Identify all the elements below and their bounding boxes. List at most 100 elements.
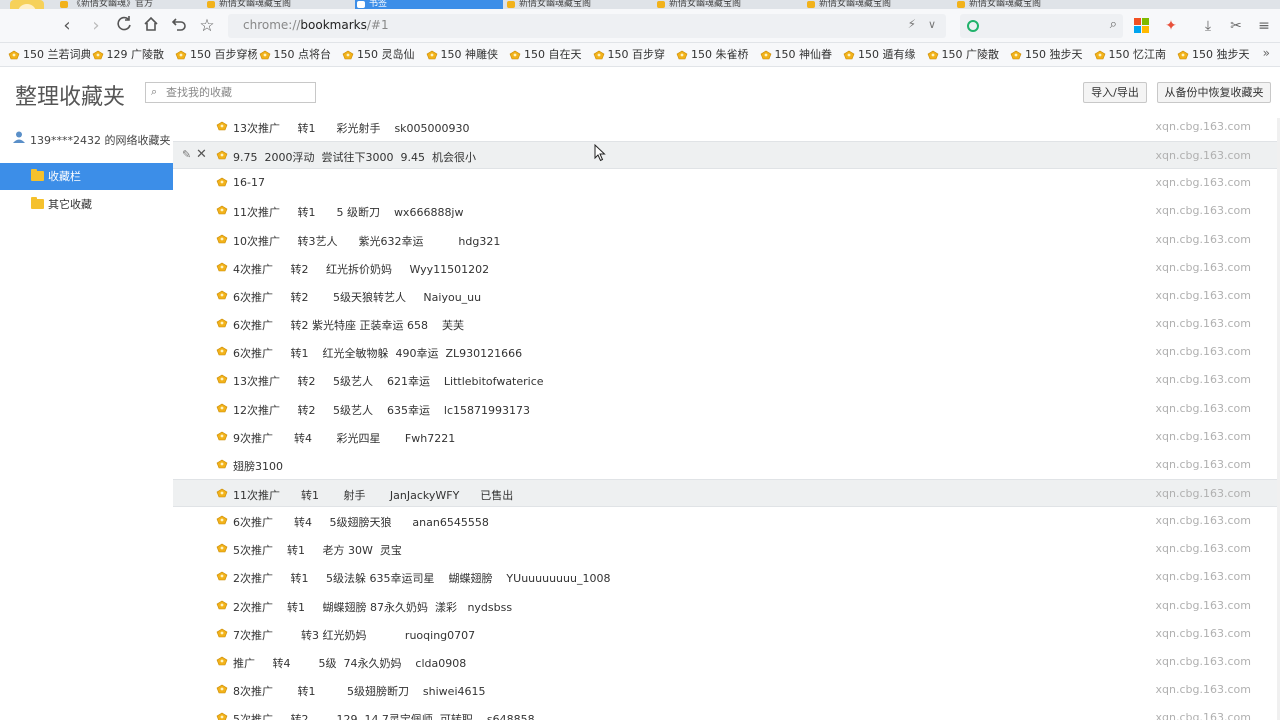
browser-tab[interactable]: 新倩女幽魂藏宝阁	[655, 0, 803, 9]
tab-favicon-icon	[357, 1, 365, 8]
bookmark-favicon-icon	[1177, 50, 1189, 60]
bookmark-domain: xqn.cbg.163.com	[1155, 373, 1251, 387]
bookmark-bar-item[interactable]: 150 独步天	[1177, 47, 1259, 63]
bookmark-bar-item[interactable]: 150 百步穿	[593, 47, 675, 63]
bookmark-favicon-icon	[1094, 50, 1105, 60]
bookmark-favicon-icon	[216, 684, 228, 694]
bookmark-bar-item[interactable]: 150 朱雀桥	[676, 47, 758, 63]
bookmark-domain: xqn.cbg.163.com	[1155, 288, 1251, 302]
bookmark-row[interactable]: 13次推广 转1 彩光射手 sk005000930 xqn.cbg.163.com	[173, 118, 1277, 141]
bookmark-row[interactable]: 11次推广 转1 5 级断刀 wx666888jw xqn.cbg.163.com	[173, 197, 1277, 225]
undo-icon[interactable]	[168, 15, 190, 37]
bookmark-favicon-icon	[216, 543, 228, 553]
folder-bookmarks-bar[interactable]: 收藏栏	[0, 163, 173, 190]
browser-tab[interactable]: 《新倩女幽魂》官方	[58, 0, 206, 9]
browser-tab[interactable]: 新倩女幽魂藏宝阁	[805, 0, 953, 9]
bookmark-bar-item[interactable]: 150 灵岛仙	[342, 47, 424, 63]
browser-tab[interactable]: 新倩女幽魂藏宝阁	[205, 0, 353, 9]
bookmark-bar-item[interactable]: 129 广陵散	[92, 47, 174, 63]
bookmark-row[interactable]: 5次推广 转2 129 14.7灵宝佩师 可转职 s648858 xqn.cbg.…	[173, 704, 1277, 720]
bookmark-row[interactable]: 13次推广 转2 5级艺人 621幸运 Littlebitofwaterice x…	[173, 366, 1277, 394]
forward-icon[interactable]: ›	[85, 15, 107, 37]
bookmark-domain: xqn.cbg.163.com	[1155, 711, 1251, 720]
lightning-icon[interactable]: ⚡︎	[908, 17, 916, 31]
tab-title: 新倩女幽魂藏宝阁	[819, 0, 892, 9]
game-icon[interactable]: ✦	[1163, 18, 1179, 34]
search-icon[interactable]: ⌕	[1110, 17, 1117, 32]
search-icon: ⌕	[151, 85, 158, 98]
bookmark-domain: xqn.cbg.163.com	[1155, 232, 1251, 246]
bookmark-row[interactable]: 翅膀3100 xqn.cbg.163.com	[173, 451, 1277, 479]
bookmark-row[interactable]: 16-17 xqn.cbg.163.com	[173, 169, 1277, 197]
apps-grid-icon[interactable]	[1134, 18, 1150, 34]
bookmark-row[interactable]: ✎ ✕ 9.75 2000浮动 尝试往下3000 9.45 机会很小 xqn.cbg.…	[173, 141, 1277, 170]
bookmark-star-icon[interactable]: ☆	[196, 15, 218, 37]
chevron-down-icon[interactable]: ∨	[928, 18, 936, 31]
bookmark-row[interactable]: 6次推广 转2 5级天狼转艺人 Naiyou_uu xqn.cbg.163.com	[173, 282, 1277, 310]
back-icon[interactable]: ‹	[56, 15, 78, 37]
menu-icon[interactable]: ≡	[1256, 18, 1272, 34]
bookmark-list: 13次推广 转1 彩光射手 sk005000930 xqn.cbg.163.com…	[173, 118, 1280, 720]
bookmark-bar-item[interactable]: 150 自在天	[509, 47, 591, 63]
bookmark-bar-item[interactable]: 150 神仙眷	[760, 47, 842, 63]
home-icon[interactable]	[140, 15, 162, 37]
bookmark-row[interactable]: 6次推广 转4 5级翅膀天狼 anan6545558 xqn.cbg.163.co…	[173, 507, 1277, 535]
bookmark-favicon-icon	[216, 234, 228, 243]
bookmark-row[interactable]: 10次推广 转3艺人 紫光632幸运 hdg321 xqn.cbg.163.com	[173, 226, 1277, 254]
bookmark-bar-label: 150 广陵散	[941, 48, 1000, 61]
browser-tab[interactable]: 书签	[355, 0, 503, 9]
bookmark-row[interactable]: 4次推广 转2 红光拆价奶妈 Wyy11501202 xqn.cbg.163.co…	[173, 254, 1277, 282]
download-icon[interactable]: ⤓	[1200, 18, 1216, 34]
bookmark-title: 8次推广 转1 5级翅膀断刀 shiwei4615	[233, 685, 486, 698]
bookmark-row[interactable]: 8次推广 转1 5级翅膀断刀 shiwei4615 xqn.cbg.163.com	[173, 676, 1277, 704]
bookmark-row[interactable]: 7次推广 转3 红光奶妈 ruoqing0707 xqn.cbg.163.com	[173, 620, 1277, 648]
bookmark-row[interactable]: 2次推广 转1 5级法躲 635幸运司星 蝴蝶翅膀 YUuuuuuuuu_100…	[173, 563, 1277, 591]
bookmark-favicon-icon	[216, 712, 228, 720]
bookmark-row[interactable]: 12次推广 转2 5级艺人 635幸运 lc15871993173 xqn.cbg…	[173, 395, 1277, 423]
scissors-icon[interactable]: ✂	[1228, 18, 1244, 34]
bookmark-bar-item[interactable]: 150 广陵散	[927, 47, 1009, 63]
bookmark-bar-label: 150 百步穿	[607, 48, 666, 61]
bookmark-bar-item[interactable]: 150 兰若词典	[8, 47, 90, 63]
tab-favicon-icon	[957, 1, 965, 8]
bookmark-domain: xqn.cbg.163.com	[1155, 654, 1251, 668]
bookmark-row[interactable]: 9次推广 转4 彩光四星 Fwh7221 xqn.cbg.163.com	[173, 423, 1277, 451]
bookmark-bar-item[interactable]: 150 遁有缘	[843, 47, 925, 63]
bookmark-favicon-icon	[216, 572, 228, 581]
address-bar[interactable]: chrome://bookmarks/#1 ⚡︎ ∨	[228, 14, 946, 38]
edit-pencil-icon[interactable]: ✎	[182, 148, 191, 161]
import-export-button[interactable]: 导入/导出	[1083, 82, 1147, 103]
folder-other-bookmarks[interactable]: 其它收藏	[0, 191, 173, 218]
bookmark-row[interactable]: 推广 转4 5级 74永久奶妈 clda0908 xqn.cbg.163.com	[173, 648, 1277, 676]
bookmark-bar-item[interactable]: 150 忆江南	[1094, 47, 1176, 63]
bookmark-favicon-icon	[216, 374, 228, 384]
bookmark-bar-label: 150 兰若词典	[23, 48, 90, 61]
bookmark-bar-item[interactable]: 150 百步穿杨	[175, 47, 257, 63]
account-label[interactable]: 139****2432 的网络收藏夹	[12, 131, 171, 148]
more-bookmarks-icon[interactable]: »	[1263, 46, 1270, 60]
bookmark-search-box[interactable]: ⌕	[145, 82, 316, 103]
restore-backup-button[interactable]: 从备份中恢复收藏夹	[1157, 82, 1271, 103]
bookmark-row[interactable]: 6次推广 转2 紫光特座 正装幸运 658 芙芙 xqn.cbg.163.com	[173, 310, 1277, 338]
bookmark-title: 13次推广 转1 彩光射手 sk005000930	[233, 122, 470, 135]
bookmark-row[interactable]: 2次推广 转1 蝴蝶翅膀 87永久奶妈 漾彩 nydsbss xqn.cbg.16…	[173, 592, 1277, 620]
bookmark-domain: xqn.cbg.163.com	[1155, 176, 1251, 190]
browser-tab[interactable]: 新倩女幽魂藏宝阁	[955, 0, 1103, 9]
bookmark-bar-item[interactable]: 150 独步天	[1010, 47, 1092, 63]
reload-icon[interactable]	[113, 15, 135, 37]
bookmark-row[interactable]: 11次推广 转1 射手 JanJackyWFY 已售出 xqn.cbg.163.c…	[173, 478, 1277, 507]
bookmark-row[interactable]: 5次推广 转1 老方 30W 灵宝 xqn.cbg.163.com	[173, 535, 1277, 563]
address-url: chrome://bookmarks/#1	[243, 18, 389, 32]
toolbar-search[interactable]: ⌕	[960, 14, 1123, 38]
bookmark-favicon-icon	[509, 50, 521, 60]
bookmark-favicon-icon	[216, 346, 228, 356]
bookmark-bar-item[interactable]: 150 点将台	[259, 47, 341, 63]
bookmark-bar-item[interactable]: 150 神雕侠	[426, 47, 508, 63]
bookmark-search-input[interactable]	[166, 84, 312, 101]
browser-tab[interactable]: 新倩女幽魂藏宝阁	[505, 0, 653, 9]
bookmark-title: 5次推广 转2 129 14.7灵宝佩师 可转职 s648858	[233, 713, 535, 720]
tab-strip: 《新倩女幽魂》官方 新倩女幽魂藏宝阁 书签 新倩女幽魂藏宝阁 新倩女幽魂藏宝阁 新倩女幽魂…	[0, 0, 1280, 9]
bookmark-favicon-icon	[1010, 50, 1022, 60]
bookmark-row[interactable]: 6次推广 转1 红光全敏物躲 490幸运 ZL930121666 xqn.cbg.…	[173, 338, 1277, 366]
delete-x-icon[interactable]: ✕	[196, 147, 207, 162]
